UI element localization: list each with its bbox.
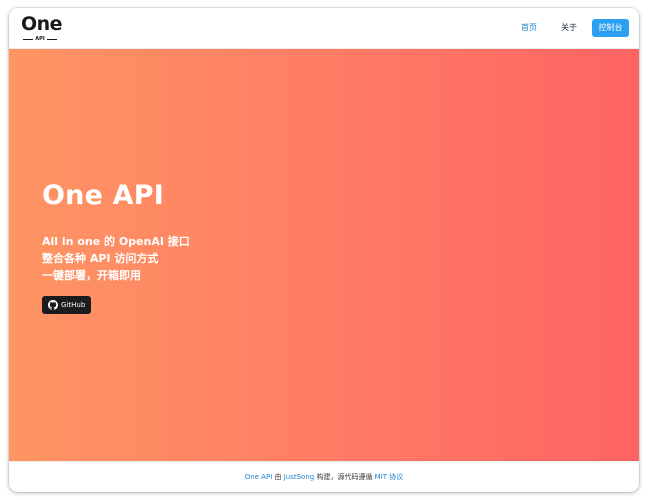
console-button[interactable]: 控制台 (592, 19, 629, 37)
hero-line: 整合各种 API 访问方式 (42, 252, 159, 265)
browser-frame: One API 首页 关于 控制台 One API All in one 的 O… (9, 8, 639, 492)
hero-line: 一键部署，开箱即用 (42, 269, 141, 282)
footer: One API 由 JustSong 构建，源代码遵循 MIT 协议 (9, 461, 639, 492)
github-button[interactable]: GitHub (42, 296, 91, 314)
footer-license-link[interactable]: MIT 协议 (375, 473, 404, 481)
hero-title: One API (42, 180, 165, 211)
hero-description: All in one 的 OpenAI 接口 整合各种 API 访问方式 一键部… (42, 233, 190, 284)
footer-text: 由 (272, 473, 284, 481)
hero-banner: One API All in one 的 OpenAI 接口 整合各种 API … (9, 49, 639, 461)
github-button-label: GitHub (61, 301, 86, 309)
logo-wordmark: One (21, 13, 63, 35)
nav-home-link[interactable]: 首页 (521, 21, 537, 35)
footer-project-link[interactable]: One API (245, 473, 273, 481)
footer-author-link[interactable]: JustSong (284, 473, 315, 481)
logo[interactable]: One API (21, 12, 65, 44)
nav-about-link[interactable]: 关于 (561, 21, 577, 35)
hero-line: All in one 的 OpenAI 接口 (42, 235, 190, 248)
github-icon (48, 300, 58, 310)
footer-text: 构建，源代码遵循 (314, 473, 375, 481)
top-navbar: One API 首页 关于 控制台 (9, 8, 639, 49)
logo-subtitle: API (21, 36, 59, 42)
